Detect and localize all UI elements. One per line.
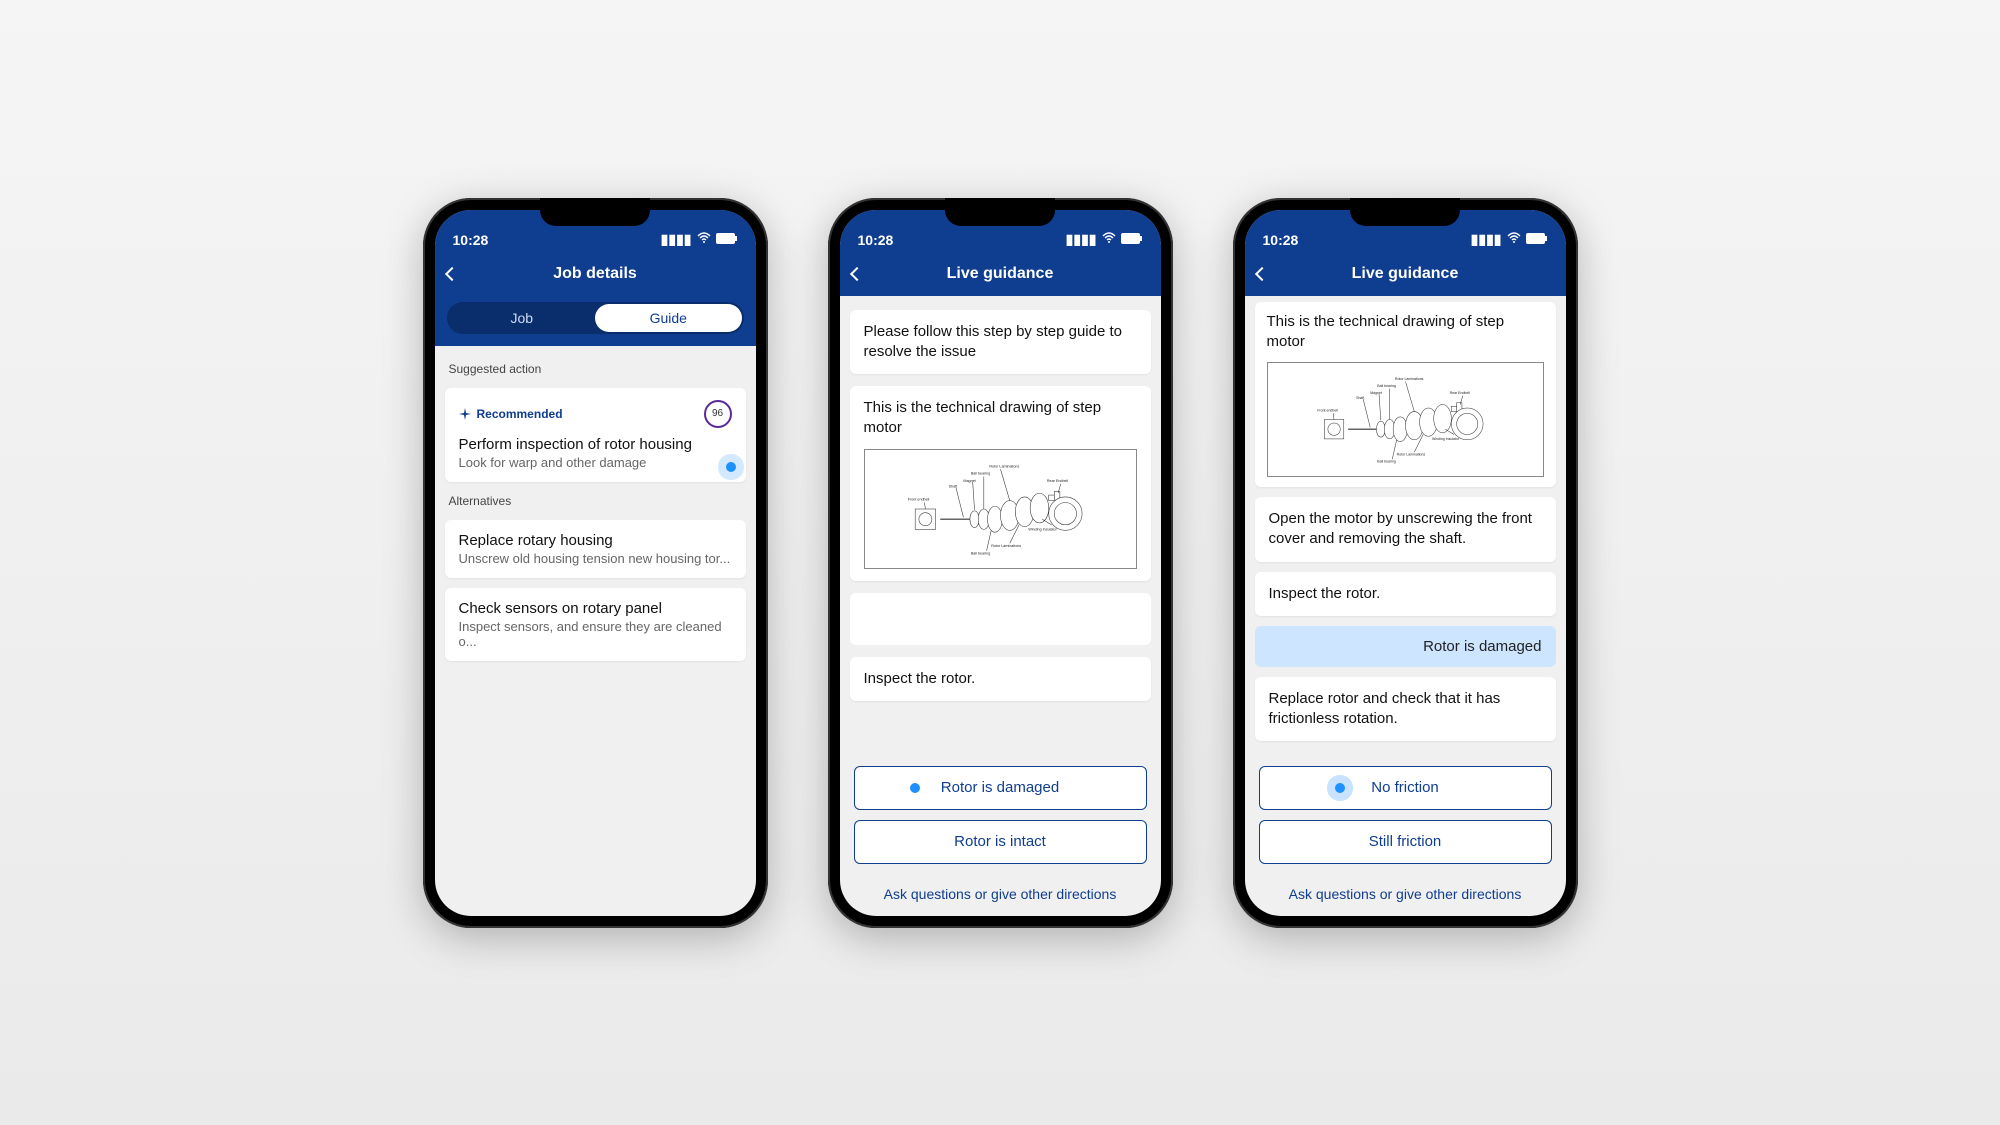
nav-bar: Live guidance (840, 252, 1161, 296)
alt2-title: Check sensors on rotary panel (459, 600, 732, 617)
signal-icon: ▮▮▮▮ (1066, 231, 1097, 248)
action-title: Perform inspection of rotor housing (459, 436, 732, 453)
highlight-dot-icon (726, 462, 736, 472)
motor-diagram (1267, 362, 1544, 477)
step-intro-text: Please follow this step by step guide to… (864, 322, 1137, 363)
step-drawing-text: This is the technical drawing of step mo… (1267, 312, 1544, 353)
option-label: No friction (1371, 779, 1439, 796)
confidence-score: 96 (704, 400, 732, 428)
battery-icon (1526, 231, 1548, 247)
tab-strip: Job Guide (435, 296, 756, 346)
recommended-label: Recommended (477, 407, 563, 421)
battery-icon (1121, 231, 1143, 247)
status-icons: ▮▮▮▮ (661, 231, 738, 248)
notch (945, 198, 1055, 226)
tab-guide[interactable]: Guide (595, 304, 742, 332)
user-response-bubble: Rotor is damaged (1255, 626, 1556, 667)
step-inspect-text: Inspect the rotor. (1269, 584, 1542, 604)
option-still-friction[interactable]: Still friction (1259, 820, 1552, 864)
wifi-icon (697, 231, 711, 247)
alt2-subtitle: Inspect sensors, and ensure they are cle… (459, 619, 732, 649)
status-icons: ▮▮▮▮ (1471, 231, 1548, 248)
option-no-friction[interactable]: No friction (1259, 766, 1552, 810)
back-button[interactable] (444, 266, 458, 280)
status-icons: ▮▮▮▮ (1066, 231, 1143, 248)
option-rotor-intact[interactable]: Rotor is intact (854, 820, 1147, 864)
step-drawing-text: This is the technical drawing of step mo… (864, 398, 1137, 439)
nav-bar: Job details (435, 252, 756, 296)
step-replace-text: Replace rotor and check that it has fric… (1269, 689, 1542, 730)
phone-job-details: 10:28 ▮▮▮▮ Job details Job Guide Suggest… (423, 198, 768, 928)
signal-icon: ▮▮▮▮ (661, 231, 692, 248)
sparkle-icon (459, 408, 471, 420)
motor-diagram (864, 449, 1137, 569)
alternative-card-2[interactable]: Check sensors on rotary panel Inspect se… (445, 588, 746, 661)
recommended-action-card[interactable]: Recommended 96 Perform inspection of rot… (445, 388, 746, 482)
highlight-dot-icon (910, 783, 920, 793)
step-placeholder-card (850, 593, 1151, 645)
action-subtitle: Look for warp and other damage (459, 455, 732, 470)
notch (1350, 198, 1460, 226)
status-time: 10:28 (453, 232, 489, 248)
nav-bar: Live guidance (1245, 252, 1566, 296)
notch (540, 198, 650, 226)
phone-live-guidance-2: 10:28 ▮▮▮▮ Live guidance This is the tec… (1233, 198, 1578, 928)
status-time: 10:28 (858, 232, 894, 248)
signal-icon: ▮▮▮▮ (1471, 231, 1502, 248)
wifi-icon (1507, 231, 1521, 247)
back-button[interactable] (1254, 266, 1268, 280)
step-inspect-card: Inspect the rotor. (850, 657, 1151, 701)
step-open-text: Open the motor by unscrewing the front c… (1269, 509, 1542, 550)
back-button[interactable] (849, 266, 863, 280)
highlight-dot-icon (1335, 783, 1345, 793)
step-intro-card: Please follow this step by step guide to… (850, 310, 1151, 375)
alt1-subtitle: Unscrew old housing tension new housing … (459, 551, 732, 566)
step-drawing-card: This is the technical drawing of step mo… (850, 386, 1151, 581)
alt1-title: Replace rotary housing (459, 532, 732, 549)
option-label: Rotor is intact (954, 833, 1046, 850)
battery-icon (716, 231, 738, 247)
option-rotor-damaged[interactable]: Rotor is damaged (854, 766, 1147, 810)
step-open-card: Open the motor by unscrewing the front c… (1255, 497, 1556, 562)
ask-questions-link[interactable]: Ask questions or give other directions (850, 874, 1151, 906)
tab-job[interactable]: Job (449, 304, 596, 332)
wifi-icon (1102, 231, 1116, 247)
alternatives-heading: Alternatives (445, 492, 746, 510)
phone-live-guidance-1: 10:28 ▮▮▮▮ Live guidance Please follow t… (828, 198, 1173, 928)
page-title: Job details (435, 265, 756, 283)
page-title: Live guidance (1245, 265, 1566, 283)
step-inspect-card: Inspect the rotor. (1255, 572, 1556, 616)
status-time: 10:28 (1263, 232, 1299, 248)
step-drawing-card: This is the technical drawing of step mo… (1255, 302, 1556, 488)
suggested-action-heading: Suggested action (445, 360, 746, 378)
page-title: Live guidance (840, 265, 1161, 283)
step-inspect-text: Inspect the rotor. (864, 669, 1137, 689)
alternative-card-1[interactable]: Replace rotary housing Unscrew old housi… (445, 520, 746, 578)
option-label: Rotor is damaged (941, 779, 1059, 796)
recommended-badge: Recommended (459, 407, 563, 421)
step-replace-card: Replace rotor and check that it has fric… (1255, 677, 1556, 742)
ask-questions-link[interactable]: Ask questions or give other directions (1255, 874, 1556, 906)
option-label: Still friction (1369, 833, 1442, 850)
